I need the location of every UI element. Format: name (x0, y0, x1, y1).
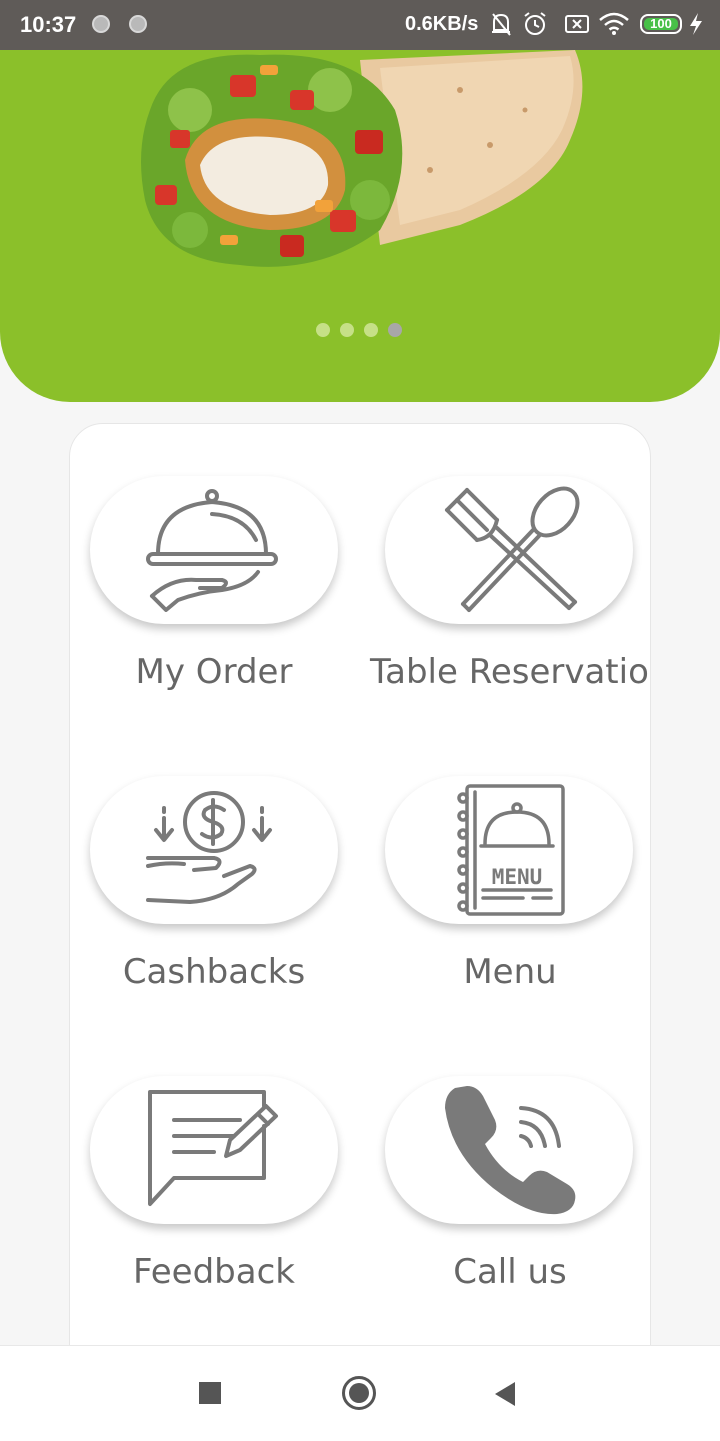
recent-apps-icon[interactable] (199, 1382, 221, 1404)
battery-level: 100 (650, 16, 672, 31)
status-bar: 10:37 0.6KB/s 100 (0, 0, 720, 50)
promo-banner[interactable] (0, 50, 720, 402)
slider-dot-active[interactable] (388, 323, 402, 337)
my-order-button[interactable] (90, 476, 338, 624)
fork-spoon-icon (445, 486, 580, 612)
table-reservation-label: Table Reservatio (370, 652, 649, 692)
call-us-label: Call us (453, 1252, 567, 1292)
bell-off-icon (492, 13, 511, 36)
menu-label: Menu (463, 952, 557, 992)
alarm-icon (524, 12, 546, 35)
chicken-wrap-image (141, 50, 583, 267)
menu-button[interactable]: MENU (385, 776, 633, 924)
cashbacks-label: Cashbacks (122, 952, 306, 992)
sim-icon (565, 15, 589, 33)
slider-dot[interactable] (316, 323, 330, 337)
network-speed: 0.6KB/s (405, 13, 479, 35)
slider-dots[interactable] (316, 322, 412, 341)
phone-call-icon (445, 1086, 576, 1215)
svg-text:MENU: MENU (492, 865, 543, 889)
my-order-label: My Order (135, 652, 293, 692)
cashbacks-button[interactable] (90, 776, 338, 924)
charging-icon (690, 13, 702, 35)
menu-card: My Order Table Reservatio Cashbacks MENU… (69, 423, 651, 1383)
serving-cloche-hand-icon (146, 489, 278, 612)
slider-dot[interactable] (340, 323, 354, 337)
back-icon[interactable] (493, 1381, 517, 1407)
notification-dot-icon (92, 15, 110, 33)
table-reservation-button[interactable] (385, 476, 633, 624)
status-time: 10:37 (20, 12, 77, 37)
wifi-icon (599, 12, 629, 35)
feedback-button[interactable] (90, 1076, 338, 1224)
system-nav-bar (0, 1345, 720, 1441)
menu-book-icon: MENU (457, 784, 565, 916)
feedback-chat-icon (148, 1090, 278, 1206)
call-us-button[interactable] (385, 1076, 633, 1224)
notification-dot-icon (129, 15, 147, 33)
slider-dot[interactable] (364, 323, 378, 337)
feedback-label: Feedback (133, 1252, 295, 1292)
home-icon[interactable] (342, 1376, 376, 1410)
battery-icon: 100 (640, 14, 682, 34)
cashback-hand-icon (146, 791, 272, 904)
